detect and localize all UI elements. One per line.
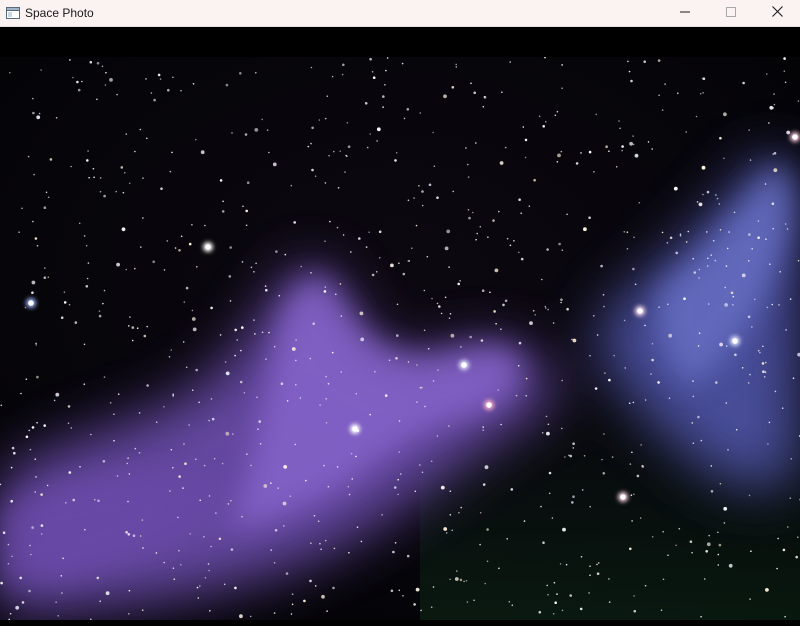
title-bar[interactable]: Space Photo — [0, 0, 800, 27]
maximize-icon — [726, 4, 736, 22]
minimize-icon — [680, 4, 690, 22]
minimize-button[interactable] — [662, 0, 708, 26]
maximize-button[interactable] — [708, 0, 754, 26]
nebula-photo — [0, 57, 800, 620]
app-window-icon — [5, 5, 21, 21]
close-icon — [771, 4, 783, 22]
window-title: Space Photo — [25, 6, 94, 20]
close-button[interactable] — [754, 0, 800, 26]
window-controls — [662, 0, 800, 26]
app-window: Space Photo — [0, 0, 800, 626]
image-viewport — [0, 27, 800, 626]
